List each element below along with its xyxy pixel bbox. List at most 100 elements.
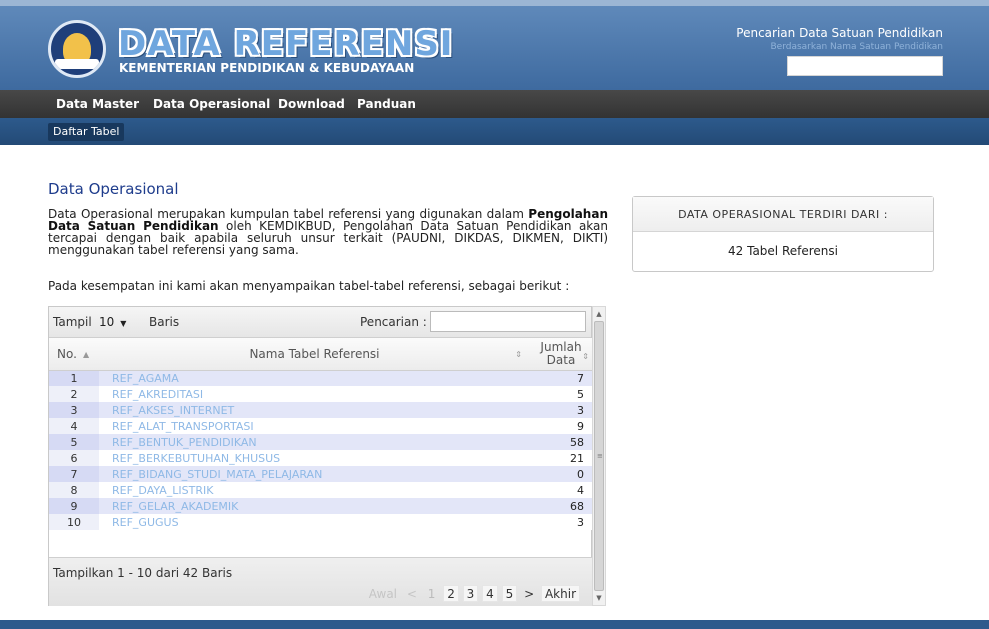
pager-page-4[interactable]: 4 — [482, 585, 498, 602]
table-search-label: Pencarian : — [360, 315, 427, 329]
page-title: Data Operasional — [48, 180, 179, 198]
reference-table-link[interactable]: REF_BIDANG_STUDI_MATA_PELAJARAN — [99, 466, 530, 482]
reference-table-link[interactable]: REF_GELAR_AKADEMIK — [99, 498, 530, 514]
pager-next[interactable]: > — [521, 586, 537, 603]
row-number: 9 — [49, 498, 99, 514]
row-count: 4 — [530, 482, 592, 498]
scrollbar-thumb[interactable]: ≡ — [594, 321, 604, 591]
row-number: 6 — [49, 450, 99, 466]
row-number: 3 — [49, 402, 99, 418]
row-count: 5 — [530, 386, 592, 402]
table-row: 7 REF_BIDANG_STUDI_MATA_PELAJARAN 0 — [49, 466, 592, 482]
column-header-count-line2: Data — [546, 352, 576, 367]
sort-both-icon: ⇕ — [582, 352, 589, 361]
row-count: 0 — [530, 466, 592, 482]
grip-icon: ≡ — [597, 452, 603, 460]
pager-last[interactable]: Akhir — [540, 585, 580, 602]
sort-both-icon: ⇕ — [515, 350, 522, 359]
footer-bar — [0, 620, 989, 629]
scroll-down-icon[interactable]: ▼ — [593, 591, 605, 605]
header-search-title: Pencarian Data Satuan Pendidikan — [736, 26, 943, 40]
table-row: 3 REF_AKSES_INTERNET 3 — [49, 402, 592, 418]
site-header: DATA REFERENSI KEMENTERIAN PENDIDIKAN & … — [0, 0, 989, 90]
intro-paragraph-2: Pada kesempatan ini kami akan menyampaik… — [48, 279, 570, 293]
row-number: 4 — [49, 418, 99, 434]
table-footer: Tampilkan 1 - 10 dari 42 Baris Awal < 1 … — [49, 557, 592, 606]
reference-table-link[interactable]: REF_BERKEBUTUHAN_KHUSUS — [99, 450, 530, 466]
daftar-tabel-button[interactable]: Daftar Tabel — [48, 123, 125, 141]
reference-table: No. ▲ Nama Tabel Referensi ⇕ Jumlah Data… — [49, 338, 592, 530]
brand-title: DATA REFERENSI — [118, 24, 454, 64]
page-size-select[interactable]: 10 ▼ — [97, 313, 128, 331]
reference-table-link[interactable]: REF_BENTUK_PENDIDIKAN — [99, 434, 530, 450]
rows-label: Baris — [149, 315, 180, 329]
nav-item-download[interactable]: Download — [272, 90, 351, 118]
brand-subtitle: KEMENTERIAN PENDIDIKAN & KEBUDAYAAN — [119, 61, 415, 75]
pager-page-2[interactable]: 2 — [443, 585, 459, 602]
main-nav: Data Master Data Operasional Download Pa… — [0, 90, 989, 118]
reference-table-link[interactable]: REF_AKSES_INTERNET — [99, 402, 530, 418]
row-count: 3 — [530, 402, 592, 418]
logo-emblem-icon — [48, 20, 106, 78]
column-header-no[interactable]: No. ▲ — [49, 338, 99, 371]
pager-page-3[interactable]: 3 — [462, 585, 479, 602]
reference-table-link[interactable]: REF_GUGUS — [99, 514, 530, 530]
table-row: 6 REF_BERKEBUTUHAN_KHUSUS 21 — [49, 450, 592, 466]
table-row: 10 REF_GUGUS 3 — [49, 514, 592, 530]
header-search-subtitle: Berdasarkan Nama Satuan Pendidikan — [770, 42, 944, 52]
column-header-name[interactable]: Nama Tabel Referensi ⇕ — [99, 338, 530, 371]
intro-paragraph: Data Operasional merupakan kumpulan tabe… — [48, 208, 608, 256]
show-label: Tampil — [53, 315, 92, 329]
reference-table-link[interactable]: REF_ALAT_TRANSPORTASI — [99, 418, 530, 434]
summary-panel: DATA OPERASIONAL TERDIRI DARI : 42 Tabel… — [632, 196, 934, 272]
row-number: 8 — [49, 482, 99, 498]
pager-page-5[interactable]: 5 — [501, 585, 518, 602]
nav-item-data-operasional[interactable]: Data Operasional — [147, 90, 276, 118]
row-number: 5 — [49, 434, 99, 450]
row-number: 2 — [49, 386, 99, 402]
row-number: 7 — [49, 466, 99, 482]
page-size-value: 10 — [99, 315, 115, 329]
row-count: 7 — [530, 370, 592, 386]
header-search: Pencarian Data Satuan Pendidikan Berdasa… — [703, 26, 943, 76]
table-info: Tampilkan 1 - 10 dari 42 Baris — [53, 566, 233, 580]
row-count: 58 — [530, 434, 592, 450]
row-count: 68 — [530, 498, 592, 514]
column-header-count-line1: Jumlah — [540, 339, 582, 354]
table-row: 2 REF_AKREDITASI 5 — [49, 386, 592, 402]
summary-panel-heading: DATA OPERASIONAL TERDIRI DARI : — [633, 197, 933, 232]
table-body: 1 REF_AGAMA 7 2 REF_AKREDITASI 5 3 REF_AKSES_IN… — [49, 370, 592, 530]
table-row: 4 REF_ALAT_TRANSPORTASI 9 — [49, 418, 592, 434]
header-search-input[interactable] — [787, 56, 943, 76]
pager-first[interactable]: Awal — [366, 586, 400, 603]
nav-item-panduan[interactable]: Panduan — [351, 90, 422, 118]
column-header-count[interactable]: Jumlah Data ⇕ — [530, 338, 592, 371]
table-row: 9 REF_GELAR_AKADEMIK 68 — [49, 498, 592, 514]
scroll-up-icon[interactable]: ▲ — [593, 307, 605, 321]
column-header-name-label: Nama Tabel Referensi — [249, 346, 380, 361]
reference-table-widget: Tampil 10 ▼ Baris Pencarian : No. ▲ Nama … — [48, 306, 592, 606]
sort-asc-icon: ▲ — [83, 350, 90, 359]
table-search-input[interactable] — [430, 311, 586, 332]
nav-item-data-master[interactable]: Data Master — [50, 90, 145, 118]
ministry-logo[interactable] — [48, 20, 108, 80]
table-toolbar: Tampil 10 ▼ Baris Pencarian : — [49, 307, 591, 338]
row-count: 21 — [530, 450, 592, 466]
chevron-down-icon: ▼ — [120, 319, 127, 328]
row-count: 3 — [530, 514, 592, 530]
pager-page-1[interactable]: 1 — [424, 585, 440, 602]
row-count: 9 — [530, 418, 592, 434]
reference-table-link[interactable]: REF_AGAMA — [99, 370, 530, 386]
table-row: 8 REF_DAYA_LISTRIK 4 — [49, 482, 592, 498]
vertical-scrollbar[interactable]: ▲ ≡ ▼ — [592, 306, 606, 606]
reference-table-link[interactable]: REF_DAYA_LISTRIK — [99, 482, 530, 498]
table-row: 1 REF_AGAMA 7 — [49, 370, 592, 386]
summary-panel-body: 42 Tabel Referensi — [728, 244, 838, 258]
pager-prev[interactable]: < — [404, 586, 420, 603]
column-header-no-label: No. — [57, 346, 77, 361]
sub-nav: Daftar Tabel — [0, 118, 989, 145]
row-number: 1 — [49, 370, 99, 386]
reference-table-link[interactable]: REF_AKREDITASI — [99, 386, 530, 402]
table-row: 5 REF_BENTUK_PENDIDIKAN 58 — [49, 434, 592, 450]
row-number: 10 — [49, 514, 99, 530]
